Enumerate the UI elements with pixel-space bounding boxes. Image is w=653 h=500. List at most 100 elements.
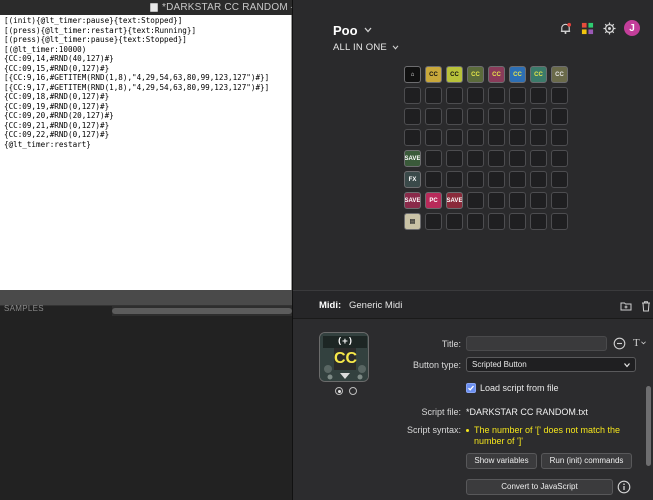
gear-icon[interactable]	[602, 21, 616, 35]
empty-key-slot[interactable]	[425, 87, 442, 104]
scrollbar-thumb[interactable]	[646, 386, 651, 466]
empty-key-slot[interactable]	[509, 213, 526, 230]
deck-key[interactable]: CC	[467, 66, 484, 83]
empty-key-slot[interactable]	[530, 192, 547, 209]
empty-key-slot[interactable]	[551, 192, 568, 209]
empty-key-slot[interactable]	[509, 171, 526, 188]
empty-key-slot[interactable]	[509, 150, 526, 167]
script-syntax-label: Script syntax:	[406, 425, 461, 435]
empty-key-slot[interactable]	[530, 150, 547, 167]
empty-key-slot[interactable]	[404, 108, 421, 125]
empty-key-slot[interactable]	[509, 129, 526, 146]
deck-key[interactable]: PC	[425, 192, 442, 209]
trash-icon[interactable]	[640, 299, 652, 312]
empty-key-slot[interactable]	[488, 150, 505, 167]
inspector-panel: Midi: Generic Midi (+) CC Title: T Butto…	[293, 290, 653, 500]
empty-key-slot[interactable]	[551, 171, 568, 188]
empty-key-slot[interactable]	[488, 192, 505, 209]
title-input[interactable]	[466, 336, 607, 351]
empty-key-slot[interactable]	[467, 108, 484, 125]
deck-key[interactable]: SAVE	[404, 150, 421, 167]
deck-key[interactable]: SAVE	[446, 192, 463, 209]
empty-key-slot[interactable]	[467, 192, 484, 209]
key-image-preview[interactable]: (+) CC	[319, 332, 369, 382]
empty-key-slot[interactable]	[446, 171, 463, 188]
empty-key-slot[interactable]	[530, 213, 547, 230]
empty-key-slot[interactable]	[425, 108, 442, 125]
text-format-icon[interactable]: T	[633, 337, 649, 350]
empty-key-slot[interactable]	[467, 213, 484, 230]
plugins-icon[interactable]	[580, 21, 594, 35]
empty-key-slot[interactable]	[551, 129, 568, 146]
show-variables-button[interactable]: Show variables	[466, 453, 537, 469]
empty-key-slot[interactable]	[446, 213, 463, 230]
bell-icon[interactable]	[558, 21, 572, 35]
run-init-commands-button[interactable]: Run (init) commands	[541, 453, 632, 469]
empty-key-slot[interactable]	[425, 129, 442, 146]
editor-titlebar[interactable]: *DARKSTAR CC RANDOM — E	[0, 0, 311, 15]
deck-key[interactable]: CC	[530, 66, 547, 83]
deck-key[interactable]: FX	[404, 171, 421, 188]
key-label: CC	[492, 71, 501, 78]
empty-key-slot[interactable]	[488, 108, 505, 125]
editor-line: {CC:09,19,#RND(0,127)#}	[4, 101, 110, 111]
empty-key-slot[interactable]	[551, 108, 568, 125]
load-script-checkbox[interactable]	[466, 383, 476, 393]
empty-key-slot[interactable]	[446, 129, 463, 146]
title-style-icon[interactable]	[613, 337, 626, 350]
empty-key-slot[interactable]	[530, 87, 547, 104]
scrollbar-thumb[interactable]	[112, 308, 292, 314]
editor-text-area[interactable]: [(init){@lt_timer:pause}{text:Stopped}][…	[4, 16, 290, 149]
empty-key-slot[interactable]	[467, 87, 484, 104]
empty-key-slot[interactable]	[446, 150, 463, 167]
empty-key-slot[interactable]	[530, 129, 547, 146]
avatar[interactable]: J	[624, 20, 640, 36]
empty-key-slot[interactable]	[404, 129, 421, 146]
editor-line: [{CC:9,17,#GETITEM(RND(1,8),"4,29,54,63,…	[4, 82, 270, 92]
button-type-select[interactable]: Scripted Button	[466, 357, 636, 372]
empty-key-slot[interactable]	[467, 171, 484, 188]
empty-key-slot[interactable]	[509, 108, 526, 125]
deck-key[interactable]: CC	[551, 66, 568, 83]
deck-key[interactable]: CC	[509, 66, 526, 83]
convert-to-javascript-button[interactable]: Convert to JavaScript	[466, 479, 613, 495]
empty-key-slot[interactable]	[425, 150, 442, 167]
samples-label: SAMPLES	[4, 304, 44, 313]
deck-key[interactable]: ⌂	[404, 66, 421, 83]
midi-plugin-name: Generic Midi	[349, 300, 403, 311]
empty-key-slot[interactable]	[446, 87, 463, 104]
empty-key-slot[interactable]	[530, 171, 547, 188]
empty-key-slot[interactable]	[551, 213, 568, 230]
empty-key-slot[interactable]	[446, 108, 463, 125]
empty-key-slot[interactable]	[425, 171, 442, 188]
empty-key-slot[interactable]	[488, 87, 505, 104]
deck-key[interactable]: CC	[446, 66, 463, 83]
info-icon[interactable]	[617, 480, 631, 494]
screen: *DARKSTAR CC RANDOM — E [(init){@lt_time…	[0, 0, 653, 500]
deck-key[interactable]: SAVE	[404, 192, 421, 209]
empty-key-slot[interactable]	[425, 213, 442, 230]
empty-key-slot[interactable]	[404, 87, 421, 104]
empty-key-slot[interactable]	[488, 171, 505, 188]
empty-key-slot[interactable]	[488, 129, 505, 146]
empty-key-slot[interactable]	[509, 192, 526, 209]
empty-key-slot[interactable]	[467, 129, 484, 146]
deck-key[interactable]: CC	[425, 66, 442, 83]
empty-key-slot[interactable]	[551, 150, 568, 167]
page-selector[interactable]: ALL IN ONE	[333, 41, 399, 53]
empty-key-slot[interactable]	[551, 87, 568, 104]
state-radio-2[interactable]	[349, 387, 357, 395]
empty-key-slot[interactable]	[488, 213, 505, 230]
inspector-scrollbar[interactable]	[645, 386, 652, 500]
profile-selector[interactable]: Poo	[333, 22, 372, 38]
empty-key-slot[interactable]	[509, 87, 526, 104]
deck-key[interactable]: CC	[488, 66, 505, 83]
empty-key-slot[interactable]	[467, 150, 484, 167]
state-radio-1[interactable]	[335, 387, 343, 395]
button-type-value: Scripted Button	[472, 360, 527, 369]
horizontal-scrollbar[interactable]	[112, 306, 292, 316]
deck-key[interactable]: ▤	[404, 213, 421, 230]
empty-key-slot[interactable]	[530, 108, 547, 125]
folder-icon[interactable]	[620, 299, 632, 311]
editor-line: {CC:09,18,#RND(0,127)#}	[4, 92, 110, 101]
